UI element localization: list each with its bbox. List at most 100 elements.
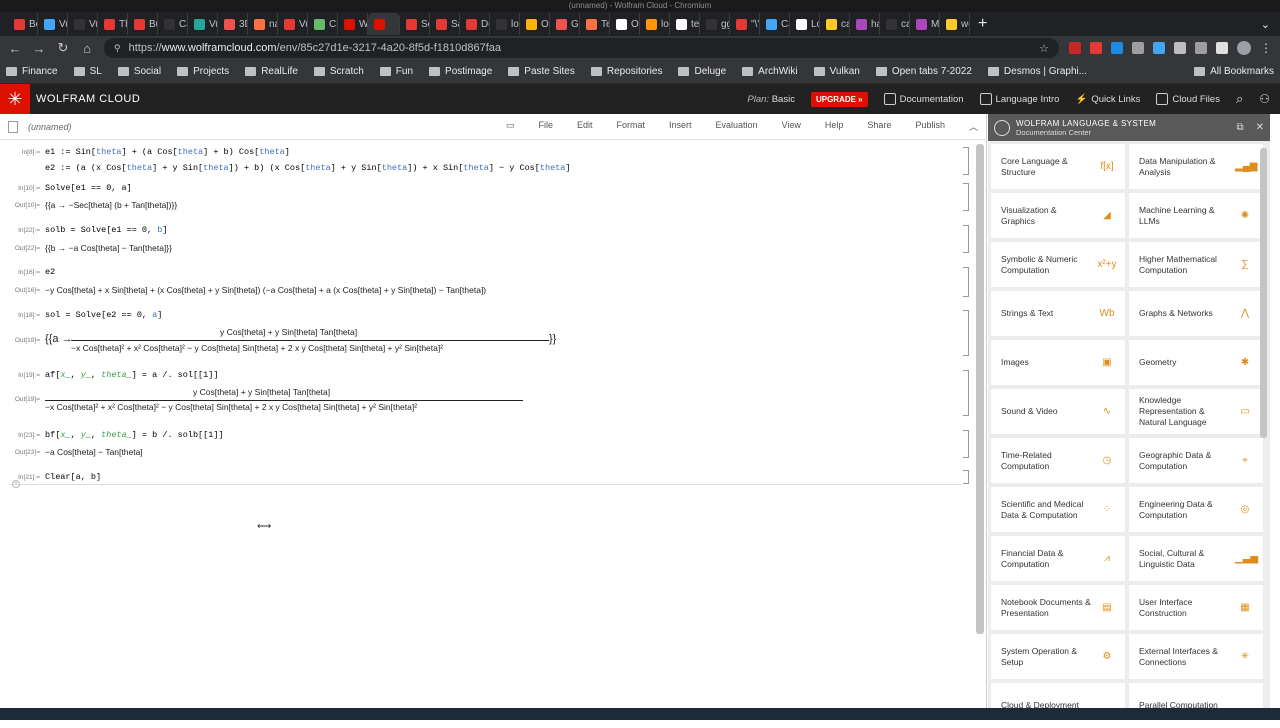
bookmark-item[interactable]: Repositories: [590, 66, 662, 77]
guide-card[interactable]: Cloud & Deployment: [991, 683, 1125, 728]
documentation-link[interactable]: Documentation: [883, 93, 964, 105]
guide-card[interactable]: Symbolic & Numeric Computation x²+y: [991, 242, 1125, 287]
input-cell-e2[interactable]: e2 := (a (x Cos[theta] + y Sin[theta]) +…: [45, 163, 571, 173]
tab-search-icon[interactable]: ⌄: [1261, 18, 1270, 31]
extension-icon[interactable]: [1132, 42, 1144, 54]
browser-tab[interactable]: wo: [940, 13, 970, 35]
guide-card[interactable]: Graphs & Networks ⋀: [1129, 291, 1263, 336]
input-cell-sol[interactable]: sol = Solve[e2 == 0, a]: [45, 310, 162, 320]
cell-bracket[interactable]: [963, 430, 969, 458]
browser-tab[interactable]: Te: [580, 13, 610, 35]
upgrade-button[interactable]: UPGRADE »: [810, 91, 868, 107]
browser-tab[interactable]: Ch: [308, 13, 338, 35]
browser-tab[interactable]: De: [460, 13, 490, 35]
browser-tab[interactable]: ca: [880, 13, 910, 35]
menu-file[interactable]: File: [538, 120, 553, 133]
menu-evaluation[interactable]: Evaluation: [716, 120, 758, 133]
browser-tab[interactable]: Se: [400, 13, 430, 35]
browser-tab[interactable]: Vu: [38, 13, 68, 35]
notebook-name[interactable]: (unnamed): [28, 122, 72, 132]
language-intro-link[interactable]: Language Intro: [979, 93, 1059, 105]
bookmark-item[interactable]: SL: [73, 66, 102, 77]
browser-tab[interactable]: Ca: [158, 13, 188, 35]
browser-tab[interactable]: Bo: [8, 13, 38, 35]
guide-card[interactable]: User Interface Construction ▦: [1129, 585, 1263, 630]
all-bookmarks[interactable]: All Bookmarks: [1194, 66, 1274, 77]
guide-card[interactable]: Higher Mathematical Computation ∑: [1129, 242, 1263, 287]
guide-card[interactable]: Strings & Text Wb: [991, 291, 1125, 336]
bookmark-item[interactable]: Social: [117, 66, 161, 77]
guide-card[interactable]: Financial Data & Computation ⩘: [991, 536, 1125, 581]
close-icon[interactable]: ✕: [1256, 122, 1264, 133]
address-bar[interactable]: ⚲ https://www.wolframcloud.com/env/85c27…: [104, 38, 1059, 58]
present-icon[interactable]: ▭: [506, 120, 515, 133]
guide-card[interactable]: Knowledge Representation & Natural Langu…: [1129, 389, 1263, 434]
cell-insertion-line[interactable]: [10, 484, 962, 485]
wolfram-logo-icon[interactable]: ✳: [0, 84, 30, 114]
panel-scrollbar[interactable]: [1260, 148, 1267, 438]
reload-icon[interactable]: ↻: [56, 40, 70, 56]
search-icon[interactable]: ⌕: [1236, 91, 1243, 107]
input-cell-e1[interactable]: e1 := Sin[theta] + (a Cos[theta] + b) Co…: [45, 147, 290, 157]
guide-card[interactable]: Parallel Computation: [1129, 683, 1263, 728]
browser-tab[interactable]: M: [910, 13, 940, 35]
bookmark-item[interactable]: ArchWiki: [742, 66, 798, 77]
browser-tab[interactable]: Vu: [68, 13, 98, 35]
cell-bracket[interactable]: [963, 310, 969, 356]
notebook-scrollbar[interactable]: [976, 144, 984, 634]
bookmark-item[interactable]: Finance: [6, 66, 58, 77]
menu-format[interactable]: Format: [616, 120, 645, 133]
browser-tab[interactable]: Lo: [790, 13, 820, 35]
add-cell-icon[interactable]: +: [12, 480, 20, 488]
browser-tab[interactable]: lo: [490, 13, 520, 35]
open-external-icon[interactable]: ⧉: [1236, 122, 1243, 133]
bookmark-item[interactable]: Projects: [177, 66, 229, 77]
guide-card[interactable]: External Interfaces & Connections ✳: [1129, 634, 1263, 679]
browser-tab[interactable]: W: [338, 13, 368, 35]
browser-tab[interactable]: te: [670, 13, 700, 35]
bookmark-item[interactable]: Deluge: [678, 66, 726, 77]
guide-card[interactable]: Sound & Video ∿: [991, 389, 1125, 434]
bookmark-item[interactable]: Vulkan: [813, 66, 860, 77]
guide-card[interactable]: Visualization & Graphics ◢: [991, 193, 1125, 238]
menu-view[interactable]: View: [782, 120, 801, 133]
input-cell-e2-eval[interactable]: e2: [45, 267, 55, 277]
browser-tab[interactable]: Ca: [760, 13, 790, 35]
site-info-icon[interactable]: ⚲: [114, 43, 121, 54]
browser-tab[interactable]: lo: [640, 13, 670, 35]
browser-tab[interactable]: Ge: [550, 13, 580, 35]
forward-icon[interactable]: →: [32, 41, 46, 56]
guide-card[interactable]: Geographic Data & Computation ⌖: [1129, 438, 1263, 483]
browser-tab[interactable]: Op: [610, 13, 640, 35]
bookmark-item[interactable]: Open tabs 7-2022: [875, 66, 972, 77]
menu-edit[interactable]: Edit: [577, 120, 593, 133]
cell-bracket[interactable]: [963, 370, 969, 416]
menu-help[interactable]: Help: [825, 120, 844, 133]
cell-bracket[interactable]: [963, 267, 969, 297]
input-cell-clear[interactable]: Clear[a, b]: [45, 472, 101, 482]
guide-card[interactable]: Engineering Data & Computation ◎: [1129, 487, 1263, 532]
browser-tab[interactable]: [368, 13, 400, 35]
browser-tab[interactable]: ha: [850, 13, 880, 35]
profile-avatar[interactable]: [1237, 41, 1251, 55]
download-icon[interactable]: [1195, 42, 1207, 54]
browser-tab[interactable]: 3D: [218, 13, 248, 35]
guide-card[interactable]: System Operation & Setup ⚙: [991, 634, 1125, 679]
input-cell-solve-a[interactable]: Solve[e1 == 0, a]: [45, 183, 132, 193]
input-cell-af[interactable]: af[x_, y_, theta_] = a /. sol[[1]]: [45, 370, 218, 380]
guide-card[interactable]: Social, Cultural & Linguistic Data ▁▃▅: [1129, 536, 1263, 581]
cell-bracket[interactable]: [963, 147, 969, 175]
bookmark-item[interactable]: Scratch: [313, 66, 364, 77]
browser-tab[interactable]: ca: [820, 13, 850, 35]
extension-icon[interactable]: [1153, 42, 1165, 54]
browser-tab[interactable]: na: [248, 13, 278, 35]
browser-tab[interactable]: "\": [730, 13, 760, 35]
bookmark-star-icon[interactable]: ☆: [1039, 42, 1049, 55]
menu-insert[interactable]: Insert: [669, 120, 692, 133]
extension-icon[interactable]: [1111, 42, 1123, 54]
guide-card[interactable]: Scientific and Medical Data & Computatio…: [991, 487, 1125, 532]
bookmark-item[interactable]: Paste Sites: [508, 66, 575, 77]
cell-bracket[interactable]: [963, 183, 969, 211]
side-panel-icon[interactable]: [1216, 42, 1228, 54]
guide-card[interactable]: Geometry ✱: [1129, 340, 1263, 385]
